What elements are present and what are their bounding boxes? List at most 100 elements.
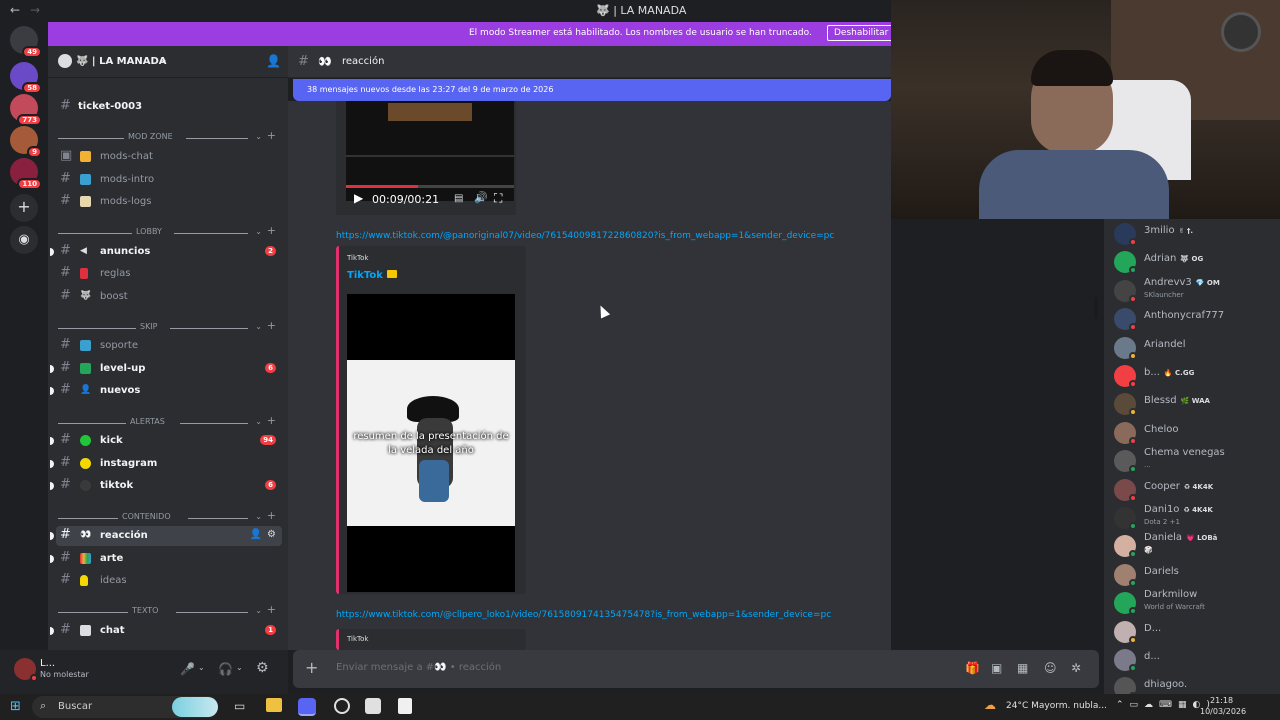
- channel-label: reacción: [100, 530, 148, 541]
- member-row[interactable]: Adrian 🐺 OG: [1110, 247, 1276, 275]
- clock-time[interactable]: 21:18: [1210, 696, 1233, 705]
- embed-title[interactable]: TikTok: [347, 270, 383, 281]
- channel-mods-logs[interactable]: # mods-logs: [56, 192, 282, 212]
- volume-icon[interactable]: 🔊: [474, 191, 488, 204]
- search-icon: ⌕: [40, 699, 47, 712]
- channel-nuevos[interactable]: # 👤 nuevos: [50, 381, 282, 401]
- microphone-icon[interactable]: 🎤: [180, 662, 195, 676]
- explore-icon[interactable]: ◉: [10, 226, 38, 254]
- member-row[interactable]: Blessd 🌿 WAA: [1110, 389, 1276, 417]
- category-contenido[interactable]: CONTENIDO ⌄ +: [58, 509, 278, 525]
- attach-plus-icon[interactable]: +: [305, 658, 318, 677]
- channel-tiktok[interactable]: # tiktok 6: [50, 476, 282, 496]
- lock-icon: ▣: [60, 148, 73, 163]
- add-channel-icon[interactable]: +: [267, 509, 276, 522]
- server-icon[interactable]: 58: [10, 62, 42, 94]
- add-channel-icon[interactable]: +: [267, 129, 276, 142]
- captions-icon[interactable]: ▤: [454, 193, 463, 204]
- apps-icon[interactable]: ✲: [1071, 661, 1085, 675]
- member-row[interactable]: Darkmilow World of Warcraft: [1110, 588, 1276, 616]
- add-channel-icon[interactable]: +: [267, 224, 276, 237]
- add-channel-icon[interactable]: +: [267, 414, 276, 427]
- gift-icon[interactable]: 🎁: [965, 661, 980, 675]
- chevron-down-icon[interactable]: ⌄: [236, 663, 243, 672]
- channel-arte[interactable]: # arte: [50, 549, 282, 569]
- invite-icon[interactable]: 👤: [250, 529, 262, 540]
- server-icon[interactable]: 773: [10, 94, 42, 126]
- member-row[interactable]: Chema venegas...: [1110, 446, 1276, 474]
- member-row[interactable]: Daniela 💗 LOBā 🎲: [1110, 531, 1276, 559]
- file-explorer-icon[interactable]: [266, 698, 282, 712]
- message-input[interactable]: Enviar mensaje a #👀 • reacción: [336, 662, 501, 673]
- add-channel-icon[interactable]: +: [267, 603, 276, 616]
- scrollbar[interactable]: [1094, 297, 1098, 319]
- channel-ticket[interactable]: # ticket-0003: [56, 97, 282, 117]
- new-messages-bar[interactable]: 38 mensajes nuevos desde las 23:27 del 9…: [293, 79, 891, 101]
- member-row[interactable]: b... 🔥 C.GG: [1110, 361, 1276, 389]
- channel-mods-intro[interactable]: # mods-intro: [56, 170, 282, 190]
- channel-label: ideas: [100, 575, 127, 586]
- channel-label: reglas: [100, 268, 131, 279]
- channel-soporte[interactable]: # soporte: [56, 336, 282, 356]
- add-channel-icon[interactable]: +: [267, 319, 276, 332]
- windows-start-icon[interactable]: ⊞: [10, 699, 21, 714]
- channel-chat[interactable]: # chat 1: [50, 621, 282, 641]
- tiktok-link[interactable]: https://www.tiktok.com/@clipero_loko1/vi…: [336, 610, 831, 620]
- discord-home-icon[interactable]: 49: [10, 26, 42, 58]
- channel-instagram[interactable]: # instagram: [50, 454, 282, 474]
- channel-level-up[interactable]: # level-up 6: [50, 359, 282, 379]
- add-server-icon[interactable]: +: [10, 194, 38, 222]
- headphones-icon[interactable]: 🎧: [218, 662, 233, 676]
- capcut-icon[interactable]: [365, 698, 381, 714]
- server-badge: 58: [22, 82, 42, 94]
- emoji-icon[interactable]: ☺: [1044, 661, 1058, 675]
- video-player[interactable]: ▶ 00:09/00:21 ▤ 🔊 ⛶: [346, 101, 514, 206]
- play-icon[interactable]: ▶: [354, 191, 363, 205]
- channel-reglas[interactable]: # reglas: [56, 264, 282, 284]
- task-view-icon[interactable]: ▭: [234, 699, 245, 713]
- server-icon[interactable]: 110: [10, 158, 42, 190]
- category-texto[interactable]: TEXTO ⌄ +: [58, 603, 278, 619]
- channel-anuncios[interactable]: # ◀ anuncios 2: [50, 242, 282, 262]
- channel-ideas[interactable]: # ideas: [56, 571, 282, 591]
- member-row[interactable]: d...: [1110, 645, 1276, 673]
- add-member-icon[interactable]: 👤: [266, 54, 281, 68]
- category-alertas[interactable]: ALERTAS ⌄ +: [58, 414, 278, 430]
- fullscreen-icon[interactable]: ⛶: [494, 191, 502, 206]
- server-header[interactable]: 🐺 | LA MANADA ⌄ 👤: [48, 46, 288, 78]
- channel-reaccion[interactable]: # 👀 reacción 👤 ⚙: [50, 526, 282, 546]
- discord-app-icon[interactable]: [298, 698, 316, 716]
- video-thumbnail[interactable]: resumen de la presentación de la velada …: [347, 294, 515, 592]
- chevron-down-icon[interactable]: ⌄: [198, 663, 205, 672]
- member-row[interactable]: Andrevv3 💎 OM SKlauncher: [1110, 276, 1276, 304]
- member-row[interactable]: Ariandel: [1110, 333, 1276, 361]
- member-row[interactable]: D...: [1110, 617, 1276, 645]
- channel-mods-chat[interactable]: ▣ mods-chat: [56, 147, 282, 167]
- member-row[interactable]: Cooper ♻ 4K4K: [1110, 475, 1276, 503]
- disable-button[interactable]: Deshabilitar: [827, 25, 896, 41]
- sticker-icon[interactable]: ▦: [1017, 661, 1031, 675]
- video-progress[interactable]: [346, 185, 514, 188]
- member-row[interactable]: Cheloo: [1110, 418, 1276, 446]
- clock-date[interactable]: 10/03/2026: [1200, 707, 1246, 716]
- member-row[interactable]: Anthonycraf777: [1110, 304, 1276, 332]
- member-row[interactable]: 3milio ✌ †.: [1110, 219, 1276, 247]
- category-skip[interactable]: SKIP ⌄ +: [58, 319, 278, 335]
- weather-text[interactable]: 24°C Mayorm. nubla...: [1006, 701, 1107, 711]
- member-row[interactable]: Dani1o ♻ 4K4K Dota 2 +1: [1110, 503, 1276, 531]
- notepad-icon[interactable]: [398, 698, 412, 714]
- member-row[interactable]: Dariels: [1110, 560, 1276, 588]
- category-mod-zone[interactable]: MOD ZONE ⌄ +: [58, 129, 278, 145]
- channel-kick[interactable]: # kick 94: [50, 431, 282, 451]
- gear-icon[interactable]: ⚙: [256, 660, 269, 676]
- gear-icon[interactable]: ⚙: [267, 529, 276, 540]
- gif-icon[interactable]: ▣: [991, 661, 1005, 675]
- tiktok-link[interactable]: https://www.tiktok.com/@panoriginal07/vi…: [336, 231, 834, 241]
- channel-boost[interactable]: # 🐺 boost: [56, 287, 282, 307]
- back-icon[interactable]: ←: [10, 3, 20, 17]
- category-lobby[interactable]: LOBBY ⌄ +: [58, 224, 278, 240]
- server-icon[interactable]: 9: [10, 126, 42, 158]
- obs-icon[interactable]: [334, 698, 350, 714]
- forward-icon[interactable]: →: [30, 3, 40, 17]
- search-bar[interactable]: ⌕ Buscar: [32, 696, 218, 718]
